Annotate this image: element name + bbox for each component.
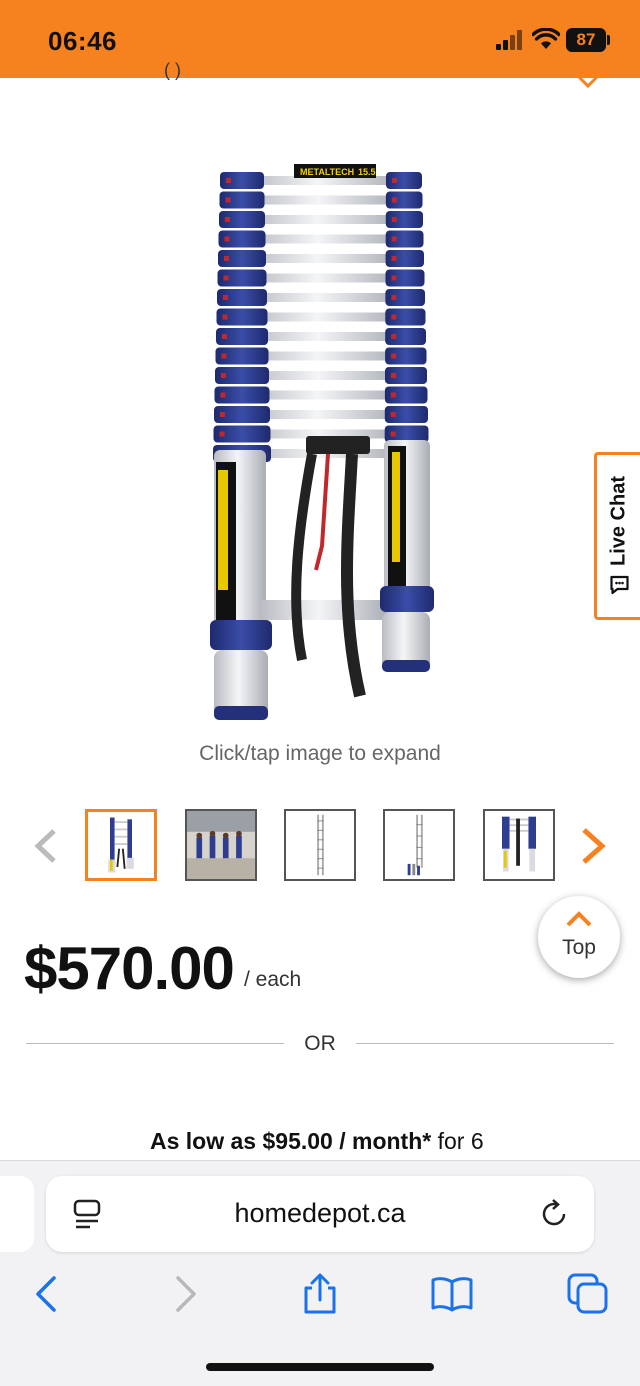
bookmarks-icon[interactable] xyxy=(430,1272,474,1316)
forward-arrow-icon[interactable] xyxy=(162,1272,206,1316)
divider-right xyxy=(356,1043,614,1044)
thumbnail-prev-arrow-icon[interactable] xyxy=(30,828,60,864)
back-to-top-label: Top xyxy=(562,936,596,959)
address-bar[interactable]: homedepot.ca xyxy=(46,1176,594,1252)
financing-offer: As low as $95.00 / month* for 6 xyxy=(150,1128,484,1155)
tabs-icon[interactable] xyxy=(566,1272,610,1316)
thumbnail-ladder-extended[interactable] xyxy=(85,809,157,881)
live-chat-button[interactable]: Live Chat xyxy=(594,452,640,620)
chevron-down-icon[interactable] xyxy=(572,70,604,90)
thumbnail-people-on-ladders[interactable] xyxy=(185,809,257,881)
financing-term: for 6 xyxy=(431,1128,484,1154)
thumbnail-ladder-fully-extended[interactable] xyxy=(284,809,356,881)
tall-ladder-thumbnail-icon xyxy=(317,814,324,876)
ladder-thumbnail-icon xyxy=(108,817,134,873)
live-chat-text: Live Chat xyxy=(607,475,629,567)
divider-left xyxy=(26,1043,284,1044)
product-image[interactable]: METALTECH 15.5 xyxy=(190,150,460,730)
financing-amount: As low as $95.00 / month* xyxy=(150,1128,432,1154)
back-to-top-button[interactable]: Top xyxy=(538,896,620,978)
wifi-icon xyxy=(532,28,560,49)
rating-stars-icon: ★★★★★ xyxy=(30,62,131,82)
product-price: $570.00 xyxy=(24,935,235,1002)
live-chat-label: Live Chat xyxy=(607,476,630,596)
photo-thumbnail-icon xyxy=(187,811,255,879)
chat-icon xyxy=(609,575,628,595)
or-separator: OR xyxy=(304,1032,336,1055)
battery-tip xyxy=(607,35,610,45)
home-indicator xyxy=(206,1363,434,1371)
reload-icon[interactable] xyxy=(540,1198,570,1230)
thumbnail-ladder-collapsed[interactable] xyxy=(483,809,555,881)
previous-tab-peek[interactable] xyxy=(0,1176,34,1252)
back-arrow-icon[interactable] xyxy=(26,1272,70,1316)
expand-image-hint: Click/tap image to expand xyxy=(199,742,441,765)
ladder-parts-thumbnail-icon xyxy=(407,814,423,876)
status-time: 06:46 xyxy=(48,26,117,56)
chevron-up-icon xyxy=(566,911,592,927)
svg-text:15.5: 15.5 xyxy=(358,167,376,177)
svg-text:METALTECH: METALTECH xyxy=(300,167,354,177)
share-icon[interactable] xyxy=(298,1272,342,1316)
thumbnail-ladder-extended-with-parts[interactable] xyxy=(383,809,455,881)
thumbnail-next-arrow-icon[interactable] xyxy=(578,826,608,866)
collapsed-ladder-thumbnail-icon xyxy=(502,816,536,872)
battery-indicator: 87 xyxy=(566,28,606,52)
price-unit: / each xyxy=(244,968,302,991)
cellular-signal-icon xyxy=(496,30,522,50)
url-text: homedepot.ca xyxy=(234,1198,406,1228)
review-count-peek: ( ) xyxy=(164,60,181,80)
